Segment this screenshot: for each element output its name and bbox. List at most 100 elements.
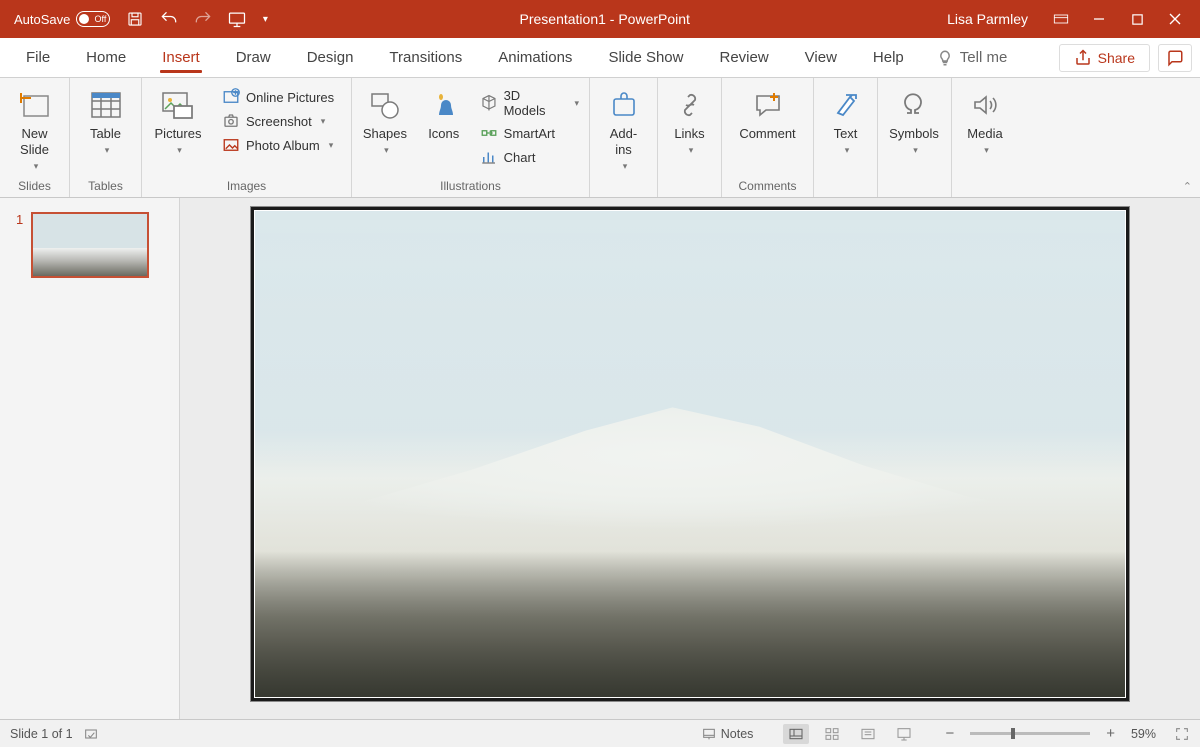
shapes-icon [368,88,402,122]
3d-models-label: 3D Models [504,88,566,118]
tab-help[interactable]: Help [855,38,922,77]
autosave-switch[interactable]: Off [76,11,110,27]
text-button[interactable]: Text [818,84,873,156]
photo-album-icon [222,136,240,154]
zoom-percent[interactable]: 59% [1131,727,1156,741]
from-beginning-icon[interactable] [222,4,252,34]
notes-icon [701,726,717,742]
comment-icon [1166,49,1184,67]
minimize-icon[interactable] [1082,4,1116,34]
photo-album-button[interactable]: Photo Album [222,136,334,154]
symbols-button[interactable]: Symbols [882,84,946,156]
group-links-label [662,193,717,195]
zoom-slider[interactable] [970,732,1090,735]
smartart-label: SmartArt [504,126,555,141]
addins-icon [609,88,639,122]
status-bar: Slide 1 of 1 Notes − + 59% [0,719,1200,747]
save-icon[interactable] [120,4,150,34]
group-images: Pictures Online Pictures Screenshot Phot… [142,78,352,197]
fit-to-window-icon[interactable] [1174,726,1190,742]
slide-thumbnail-pane[interactable]: 1 [0,198,180,719]
title-bar: AutoSave Off ▾ Presentation1 - PowerPoin… [0,0,1200,38]
tab-draw[interactable]: Draw [218,38,289,77]
undo-icon[interactable] [154,4,184,34]
smartart-button[interactable]: SmartArt [480,124,579,142]
chart-label: Chart [504,150,536,165]
table-button[interactable]: Table [74,84,137,156]
group-tables-label: Tables [74,179,137,195]
new-slide-button[interactable]: New Slide [4,84,65,172]
collapse-ribbon-icon[interactable]: ⌃ [1183,180,1192,193]
autosave-toggle[interactable]: AutoSave Off [8,11,116,27]
group-text: Text [814,78,878,197]
maximize-icon[interactable] [1120,4,1154,34]
pictures-button[interactable]: Pictures [146,84,210,156]
tab-transitions[interactable]: Transitions [371,38,480,77]
group-images-label: Images [146,179,347,195]
ribbon: New Slide Slides Table Tables Pictures [0,78,1200,198]
group-illustrations: Shapes Icons 3D Models SmartArt [352,78,590,197]
slideshow-view-icon[interactable] [891,724,917,744]
normal-view-icon[interactable] [783,724,809,744]
media-button[interactable]: Media [956,84,1014,156]
slide-sorter-view-icon[interactable] [819,724,845,744]
spellcheck-icon[interactable] [83,726,99,742]
redo-icon[interactable] [188,4,218,34]
group-slides: New Slide Slides [0,78,70,197]
new-slide-icon [18,88,52,122]
textbox-icon [832,88,860,122]
media-label: Media [967,126,1002,141]
icons-label: Icons [428,126,459,141]
group-media: Media [952,78,1018,197]
addins-button[interactable]: Add- ins [594,84,653,172]
tab-view[interactable]: View [787,38,855,77]
notes-button[interactable]: Notes [701,726,754,742]
3d-models-button[interactable]: 3D Models [480,88,579,118]
notes-label: Notes [721,727,754,741]
zoom-out-button[interactable]: − [945,725,954,742]
comments-pane-button[interactable] [1158,44,1192,72]
tab-insert[interactable]: Insert [144,38,218,77]
comment-button[interactable]: Comment [726,84,809,141]
text-label: Text [834,126,858,141]
tab-design[interactable]: Design [289,38,372,77]
online-pictures-button[interactable]: Online Pictures [222,88,334,106]
chart-button[interactable]: Chart [480,148,579,166]
links-button[interactable]: Links [662,84,717,156]
links-label: Links [674,126,704,141]
tab-file[interactable]: File [8,38,68,77]
user-name[interactable]: Lisa Parmley [935,11,1040,27]
new-comment-icon [752,88,784,122]
group-media-label [956,193,1014,195]
chart-icon [480,148,498,166]
icons-button[interactable]: Icons [420,84,468,141]
shapes-button[interactable]: Shapes [356,84,414,156]
tab-home[interactable]: Home [68,38,144,77]
slide[interactable] [250,206,1130,702]
document-title: Presentation1 - PowerPoint [278,11,931,27]
ribbon-display-icon[interactable] [1044,4,1078,34]
pictures-icon [160,88,196,122]
zoom-in-button[interactable]: + [1106,725,1115,742]
slide-thumbnail[interactable]: 1 [16,212,163,278]
group-links: Links [658,78,722,197]
comment-label: Comment [739,126,795,141]
share-button[interactable]: Share [1059,44,1150,72]
slide-thumbnail-number: 1 [16,212,23,278]
addins-label: Add- ins [610,126,637,157]
online-pictures-label: Online Pictures [246,90,334,105]
slide-background-image [255,211,1125,697]
tab-review[interactable]: Review [701,38,786,77]
tab-animations[interactable]: Animations [480,38,590,77]
slide-canvas-area[interactable] [180,198,1200,719]
screenshot-icon [222,112,240,130]
tell-me-search[interactable]: Tell me [922,49,1022,67]
reading-view-icon[interactable] [855,724,881,744]
tell-me-label: Tell me [960,49,1008,66]
lightbulb-icon [936,49,954,67]
screenshot-button[interactable]: Screenshot [222,112,334,130]
tab-slideshow[interactable]: Slide Show [590,38,701,77]
qat-customize-icon[interactable]: ▾ [256,4,274,34]
slide-thumbnail-preview[interactable] [31,212,149,278]
close-icon[interactable] [1158,4,1192,34]
